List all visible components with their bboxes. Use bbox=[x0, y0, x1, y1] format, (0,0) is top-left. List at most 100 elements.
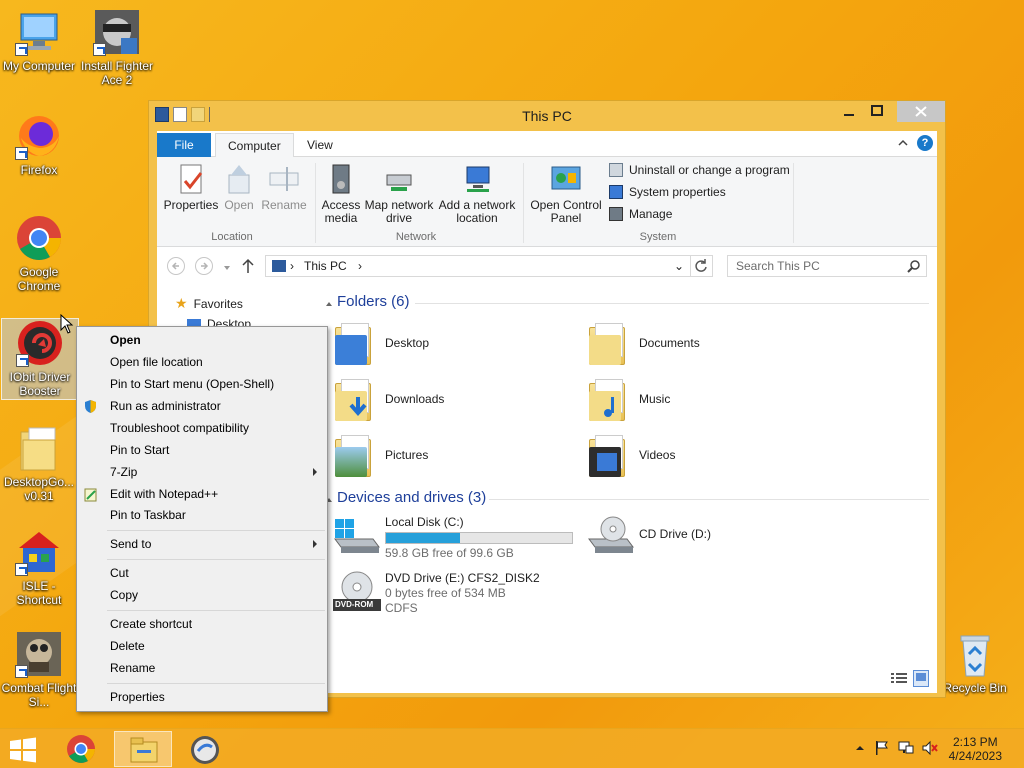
details-view-icon[interactable] bbox=[891, 672, 907, 687]
open-button[interactable]: Open bbox=[221, 163, 257, 212]
tab-view[interactable]: View bbox=[295, 133, 345, 157]
menu-item-open-file-location[interactable]: Open file location bbox=[77, 351, 327, 373]
menu-item-open[interactable]: Open bbox=[77, 329, 327, 351]
star-icon: ★ bbox=[175, 295, 188, 311]
menu-item-properties[interactable]: Properties bbox=[77, 686, 327, 708]
recent-locations-icon[interactable] bbox=[223, 261, 231, 275]
start-button[interactable] bbox=[8, 737, 38, 763]
desktop-icon-isle-shortcut[interactable]: ISLE - Shortcut bbox=[0, 528, 78, 607]
network-icon[interactable] bbox=[898, 740, 914, 756]
search-input[interactable]: Search This PC bbox=[727, 255, 927, 277]
folder-pictures[interactable]: Pictures bbox=[333, 433, 428, 477]
map-network-drive-button[interactable]: Map network drive bbox=[363, 163, 435, 225]
desktop-icon-google-chrome[interactable]: Google Chrome bbox=[0, 214, 78, 293]
taskbar: 2:13 PM 4/24/2023 bbox=[0, 728, 1024, 768]
desktop-icon-label: My Computer bbox=[2, 59, 76, 73]
desktop-icon-my-computer[interactable]: My Computer bbox=[0, 8, 78, 73]
desktop-icon-firefox[interactable]: Firefox bbox=[0, 112, 78, 177]
up-button[interactable] bbox=[241, 257, 255, 278]
desktop-icon-combat-flight-sim[interactable]: Combat Flight Si... bbox=[0, 630, 78, 709]
breadcrumb-chevron-icon[interactable]: › bbox=[358, 259, 362, 273]
desktop-icon-desktopgo[interactable]: DesktopGo... v0.31 bbox=[0, 424, 78, 503]
ribbon-separator bbox=[315, 163, 316, 243]
close-button[interactable] bbox=[897, 101, 945, 122]
drive-e[interactable]: DVD-ROM DVD Drive (E:) CFS2_DISK2 0 byte… bbox=[333, 571, 593, 621]
fighter-ace-icon bbox=[93, 8, 141, 56]
drive-d[interactable]: CD Drive (D:) bbox=[587, 515, 787, 561]
menu-item-delete[interactable]: Delete bbox=[77, 635, 327, 657]
folder-documents[interactable]: Documents bbox=[587, 321, 700, 365]
breadcrumb-chevron-icon[interactable]: › bbox=[290, 256, 294, 276]
show-hidden-icons[interactable] bbox=[852, 740, 868, 756]
rename-icon bbox=[268, 163, 300, 195]
desktop-icon-install-fighter-ace[interactable]: Install Fighter Ace 2 bbox=[78, 8, 156, 87]
menu-item-pin-to-taskbar[interactable]: Pin to Taskbar bbox=[77, 504, 327, 526]
address-box[interactable]: › This PC › ⌄ bbox=[265, 255, 691, 277]
large-icons-view-icon[interactable] bbox=[913, 670, 929, 687]
menu-item-rename[interactable]: Rename bbox=[77, 657, 327, 679]
taskbar-file-explorer[interactable] bbox=[114, 731, 172, 767]
forward-button[interactable] bbox=[195, 257, 213, 275]
address-bar-row: › This PC › ⌄ Search This PC bbox=[157, 247, 937, 283]
folder-downloads[interactable]: Downloads bbox=[333, 377, 444, 421]
window-title: This PC bbox=[522, 108, 572, 124]
address-dropdown-icon[interactable]: ⌄ bbox=[674, 256, 684, 276]
menu-item-7zip[interactable]: 7-Zip bbox=[77, 461, 327, 483]
action-center-flag-icon[interactable] bbox=[874, 740, 890, 756]
menu-item-copy[interactable]: Copy bbox=[77, 584, 327, 606]
nav-favorites[interactable]: ★ Favorites bbox=[175, 295, 243, 312]
title-bar[interactable]: This PC bbox=[149, 101, 945, 131]
combat-flight-icon bbox=[15, 630, 63, 678]
ribbon: Properties Open Rename Location Access m… bbox=[157, 157, 937, 247]
refresh-button[interactable] bbox=[691, 255, 713, 277]
folder-desktop[interactable]: Desktop bbox=[333, 321, 429, 365]
back-button[interactable] bbox=[167, 257, 185, 275]
properties-button[interactable]: Properties bbox=[163, 163, 219, 212]
collapse-ribbon-icon[interactable] bbox=[897, 137, 909, 151]
desktop-icon-label: DesktopGo... v0.31 bbox=[3, 475, 75, 503]
folder-label: Music bbox=[639, 392, 671, 406]
folder-videos[interactable]: Videos bbox=[587, 433, 675, 477]
desktop-icon-recycle-bin[interactable]: Recycle Bin bbox=[936, 630, 1014, 695]
open-control-panel-button[interactable]: Open Control Panel bbox=[529, 163, 603, 225]
desktop-icon-label: Google Chrome bbox=[17, 265, 61, 293]
add-network-location-button[interactable]: Add a network location bbox=[437, 163, 517, 225]
taskbar-chrome[interactable] bbox=[52, 731, 110, 767]
drive-c[interactable]: Local Disk (C:) 59.8 GB free of 99.6 GB bbox=[333, 515, 593, 561]
access-media-button[interactable]: Access media bbox=[321, 163, 361, 225]
menu-item-edit-with-notepadpp[interactable]: Edit with Notepad++ bbox=[77, 483, 327, 505]
folders-section-header[interactable]: Folders (6) bbox=[337, 293, 410, 310]
computer-icon bbox=[15, 8, 63, 56]
breadcrumb-this-pc[interactable]: This PC bbox=[304, 259, 347, 273]
rename-button[interactable]: Rename bbox=[261, 163, 307, 212]
drive-e-name: DVD Drive (E:) CFS2_DISK2 bbox=[385, 571, 540, 585]
system-properties-icon bbox=[609, 185, 623, 199]
menu-item-cut[interactable]: Cut bbox=[77, 562, 327, 584]
taskbar-clock[interactable]: 2:13 PM 4/24/2023 bbox=[949, 735, 1002, 763]
volume-muted-icon[interactable] bbox=[922, 740, 938, 756]
rename-label: Rename bbox=[261, 198, 307, 212]
menu-item-troubleshoot-compatibility[interactable]: Troubleshoot compatibility bbox=[77, 417, 327, 439]
help-icon[interactable]: ? bbox=[917, 135, 933, 151]
menu-item-pin-to-start[interactable]: Pin to Start bbox=[77, 439, 327, 461]
taskbar-app-isle[interactable] bbox=[176, 731, 234, 767]
tab-file[interactable]: File bbox=[157, 133, 211, 157]
system-properties-button[interactable]: System properties bbox=[609, 185, 726, 199]
maximize-button[interactable] bbox=[863, 101, 891, 122]
uninstall-program-button[interactable]: Uninstall or change a program bbox=[609, 163, 790, 177]
search-icon[interactable] bbox=[907, 259, 921, 276]
menu-item-create-shortcut[interactable]: Create shortcut bbox=[77, 613, 327, 635]
devices-section-header[interactable]: Devices and drives (3) bbox=[337, 489, 486, 506]
folder-label: Pictures bbox=[385, 448, 429, 462]
minimize-button[interactable] bbox=[835, 101, 863, 122]
network-group-label: Network bbox=[395, 231, 437, 243]
menu-item-pin-start-menu-open-shell[interactable]: Pin to Start menu (Open-Shell) bbox=[77, 373, 327, 395]
folders-collapse-icon[interactable] bbox=[325, 297, 333, 311]
menu-separator bbox=[107, 610, 325, 611]
folder-music[interactable]: Music bbox=[587, 377, 670, 421]
desktop-icon-label: Combat Flight Si... bbox=[1, 681, 77, 709]
tab-computer[interactable]: Computer bbox=[215, 133, 294, 157]
manage-button[interactable]: Manage bbox=[609, 207, 672, 221]
menu-item-send-to[interactable]: Send to bbox=[77, 533, 327, 555]
menu-item-run-as-administrator[interactable]: Run as administrator bbox=[77, 395, 327, 417]
